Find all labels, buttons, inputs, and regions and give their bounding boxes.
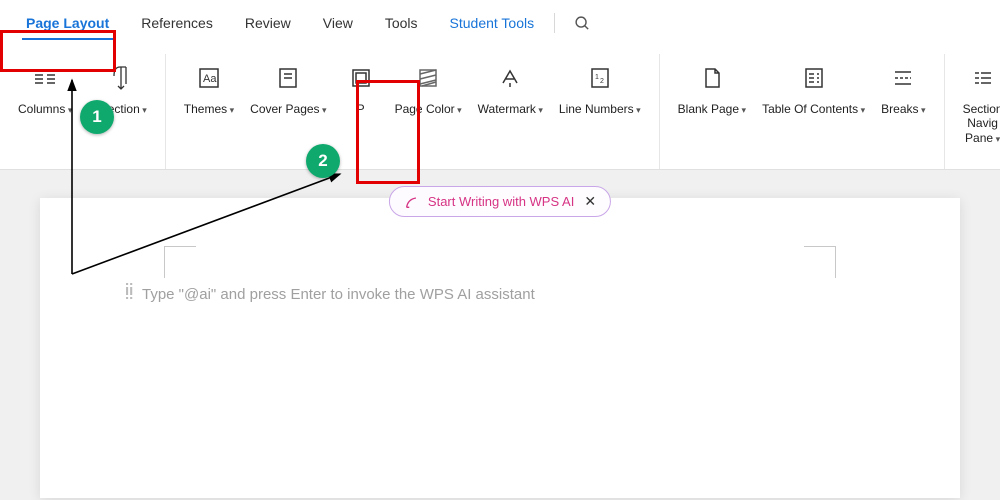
page-border-label: P (357, 102, 365, 116)
cover-pages-button[interactable]: Cover Pages ▾ (242, 54, 334, 116)
svg-text:2: 2 (600, 78, 604, 85)
themes-label: Themes (184, 102, 227, 116)
blank-page-label: Blank Page (678, 102, 739, 116)
tab-page-layout[interactable]: Page Layout (10, 0, 125, 46)
line-numbers-button[interactable]: 12 Line Numbers ▾ (551, 54, 649, 116)
toc-label: Table Of Contents (762, 102, 858, 116)
ai-pen-icon (404, 194, 420, 210)
editor-placeholder: Type "@ai" and press Enter to invoke the… (142, 234, 918, 303)
document-page[interactable]: Start Writing with WPS AI ✕ ⠿⠿ Type "@ai… (40, 198, 960, 498)
svg-text:1: 1 (595, 74, 599, 81)
blank-page-icon (694, 60, 730, 96)
chevron-down-icon: ▾ (739, 105, 746, 115)
section-nav-pane-button[interactable]: Section Navig Pane ▾ (955, 54, 1000, 145)
cover-pages-label: Cover Pages (250, 102, 319, 116)
table-of-contents-button[interactable]: Table Of Contents ▾ (754, 54, 873, 116)
tab-student-tools[interactable]: Student Tools (434, 0, 551, 46)
page-color-label: Page Color (395, 102, 455, 116)
tab-references[interactable]: References (125, 0, 229, 46)
margin-corner-tl (164, 246, 196, 278)
watermark-label: Watermark (478, 102, 536, 116)
annotation-marker-1: 1 (80, 100, 114, 134)
drag-handle-icon[interactable]: ⠿⠿ (124, 286, 132, 298)
margin-corner-tr (804, 246, 836, 278)
tab-review[interactable]: Review (229, 0, 307, 46)
page-color-button[interactable]: Page Color ▾ (387, 54, 470, 116)
close-icon[interactable]: ✕ (584, 193, 596, 210)
section-nav-icon (965, 60, 1000, 96)
watermark-button[interactable]: Watermark ▾ (470, 54, 551, 116)
page-borders-button[interactable]: P (335, 54, 387, 116)
chevron-down-icon: ▾ (919, 105, 926, 115)
ribbon-tabstrip: Page Layout References Review View Tools… (0, 0, 1000, 46)
ai-pill-text: Start Writing with WPS AI (428, 194, 574, 209)
page-border-icon (343, 60, 379, 96)
line-numbers-icon: 12 (582, 60, 618, 96)
chevron-down-icon: ▾ (227, 105, 234, 115)
chevron-down-icon: ▾ (634, 105, 641, 115)
themes-button[interactable]: Aa Themes ▾ (176, 54, 242, 116)
ribbon-toolbar: Columns ▾ Direction ▾ Aa Themes ▾ Cover … (0, 46, 1000, 170)
chevron-down-icon: ▾ (140, 105, 147, 115)
chevron-down-icon: ▾ (320, 105, 327, 115)
line-numbers-label: Line Numbers (559, 102, 634, 116)
chevron-down-icon: ▾ (65, 105, 72, 115)
columns-label: Columns (18, 102, 65, 116)
chevron-down-icon: ▾ (858, 105, 865, 115)
search-icon[interactable] (571, 12, 593, 34)
page-color-icon (410, 60, 446, 96)
ai-start-writing-pill[interactable]: Start Writing with WPS AI ✕ (389, 186, 611, 217)
chevron-down-icon: ▾ (536, 105, 543, 115)
blank-page-button[interactable]: Blank Page ▾ (670, 54, 754, 116)
chevron-down-icon: ▾ (993, 134, 1000, 144)
tab-separator (554, 13, 555, 33)
themes-icon: Aa (191, 60, 227, 96)
tab-tools[interactable]: Tools (369, 0, 434, 46)
breaks-icon (885, 60, 921, 96)
cover-pages-icon (270, 60, 306, 96)
columns-icon (27, 60, 63, 96)
breaks-label: Breaks (881, 102, 918, 116)
toc-icon (796, 60, 832, 96)
chevron-down-icon: ▾ (455, 105, 462, 115)
annotation-marker-2: 2 (306, 144, 340, 178)
columns-button[interactable]: Columns ▾ (10, 54, 80, 116)
document-area: Start Writing with WPS AI ✕ ⠿⠿ Type "@ai… (0, 170, 1000, 498)
watermark-icon (492, 60, 528, 96)
direction-icon (102, 60, 138, 96)
svg-text:Aa: Aa (203, 73, 217, 85)
tab-view[interactable]: View (307, 0, 369, 46)
breaks-button[interactable]: Breaks ▾ (873, 54, 933, 116)
